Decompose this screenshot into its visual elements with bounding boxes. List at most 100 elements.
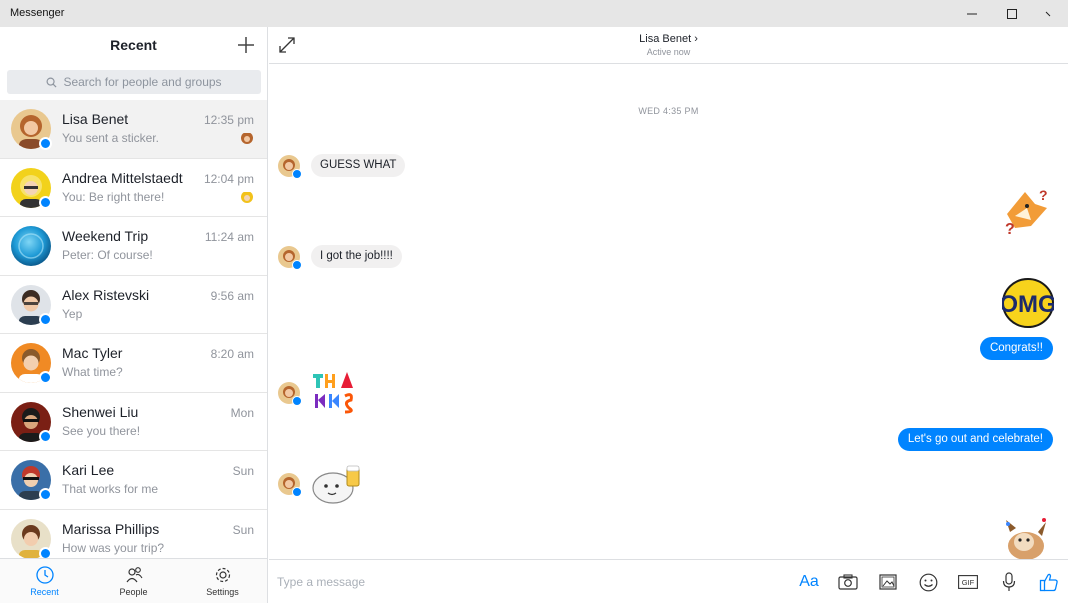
contact-name: Lisa Benet [639, 33, 692, 45]
conversation-item[interactable]: Andrea Mittelstaedt You: Be right there!… [0, 159, 267, 217]
search-input[interactable]: Search for people and groups [7, 70, 261, 94]
message-input[interactable] [277, 572, 757, 592]
message-bubble[interactable]: Let's go out and celebrate! [897, 428, 1053, 451]
conversation-time: Sun [232, 522, 254, 537]
search-placeholder: Search for people and groups [63, 75, 222, 89]
conversation-item[interactable]: Lisa Benet You sent a sticker. 12:35 pm [0, 100, 267, 159]
close-icon [1045, 11, 1051, 16]
conversation-item[interactable]: Kari Lee That works for me Sun [0, 451, 267, 510]
message-bubble[interactable]: I got the job!!!! [311, 245, 402, 268]
omg-sticker-text: OMG [1002, 291, 1054, 318]
conversation-preview: Yep [62, 306, 83, 321]
messenger-badge-icon [292, 487, 302, 497]
conversation-list: Lisa Benet You sent a sticker. 12:35 pm … [0, 100, 267, 558]
cheers-sticker[interactable] [311, 460, 363, 506]
nav-label: Recent [30, 587, 59, 597]
like-button[interactable] [1038, 571, 1060, 593]
conversation-preview: You sent a sticker. [62, 131, 159, 145]
nav-settings[interactable]: Settings [178, 559, 267, 603]
conversation-item[interactable]: Shenwei Liu See you there! Mon [0, 393, 267, 451]
seen-avatar-icon [241, 132, 253, 144]
bottom-navigation: Recent People Settings [0, 558, 267, 603]
conversation-preview: See you there! [62, 423, 141, 438]
conversation-time: Mon [230, 405, 254, 420]
conversation-sidebar: Recent Search for people and groups Lisa… [0, 27, 268, 603]
conversation-preview: How was your trip? [62, 540, 165, 555]
nav-recent[interactable]: Recent [0, 559, 89, 603]
svg-text:?: ? [1039, 187, 1048, 203]
sidebar-title: Recent [110, 37, 157, 53]
font-style-label: Aa [799, 573, 819, 590]
messenger-badge-icon [39, 488, 52, 501]
gif-icon: GIF [958, 575, 978, 589]
conversation-preview: That works for me [62, 482, 159, 496]
conversation-name: Marissa Phillips [62, 520, 160, 537]
nav-label: Settings [206, 587, 239, 597]
minimize-button[interactable] [950, 0, 994, 27]
conversation-time: 9:56 am [210, 288, 254, 303]
omg-sticker[interactable]: OMG [1002, 277, 1054, 329]
title-bar: Messenger [0, 0, 1068, 27]
svg-text:GIF: GIF [962, 578, 975, 587]
gif-button[interactable]: GIF [957, 571, 979, 593]
conversation-item[interactable]: Mac Tyler What time? 8:20 am [0, 334, 267, 393]
conversation-preview: Peter: Of course! [62, 248, 153, 262]
conversation-preview: What time? [62, 365, 123, 379]
image-icon [879, 574, 897, 590]
conversation-time: 12:35 pm [203, 113, 254, 127]
conversation-name: Shenwei Liu [62, 403, 139, 420]
messenger-badge-icon [292, 169, 302, 179]
maximize-icon [1007, 8, 1017, 19]
messenger-badge-icon [39, 546, 52, 558]
conversation-item[interactable]: Weekend Trip Peter: Of course! 11:24 am [0, 217, 267, 276]
messenger-badge-icon [39, 312, 52, 326]
conversation-name: Lisa Benet [62, 111, 129, 127]
minimize-icon [967, 13, 977, 14]
seen-avatar-icon [241, 191, 253, 203]
nav-people[interactable]: People [89, 559, 178, 603]
messenger-badge-icon [292, 260, 302, 270]
conversation-time: 12:04 pm [203, 171, 254, 186]
conversation-name: Andrea Mittelstaedt [62, 169, 183, 186]
conversation-preview: You: Be right there! [62, 189, 165, 204]
messenger-badge-icon [292, 396, 302, 406]
gear-icon [215, 567, 230, 583]
conversation-item[interactable]: Marissa Phillips How was your trip? Sun [0, 510, 267, 558]
nav-label: People [119, 587, 148, 597]
window-title: Messenger [10, 7, 65, 19]
search-icon [46, 77, 57, 88]
chat-panel: Lisa Benet › Active now WED 4:35 PM GUES… [269, 27, 1068, 603]
microphone-icon [1002, 572, 1016, 591]
camera-icon [838, 574, 858, 590]
conversation-name: Alex Ristevski [62, 286, 150, 303]
close-button[interactable] [1026, 0, 1068, 27]
messenger-badge-icon [39, 371, 52, 384]
message-bubble[interactable]: Congrats!! [979, 337, 1053, 360]
photo-button[interactable] [877, 571, 899, 593]
conversation-name: Weekend Trip [62, 228, 149, 244]
voice-button[interactable] [998, 571, 1020, 593]
conversation-time: 11:24 am [204, 230, 254, 244]
thanks-sticker[interactable] [311, 370, 359, 418]
messenger-badge-icon [39, 195, 52, 209]
messenger-badge-icon [39, 137, 52, 150]
contact-name-button[interactable]: Lisa Benet › [269, 33, 1068, 45]
conversation-item[interactable]: Alex Ristevski Yep 9:56 am [0, 276, 267, 334]
emoji-button[interactable] [917, 571, 939, 593]
chevron-right-icon: › [694, 33, 698, 45]
chat-header: Lisa Benet › Active now [269, 27, 1068, 64]
clock-icon [35, 566, 54, 584]
camera-button[interactable] [837, 571, 859, 593]
message-thread: WED 4:35 PM GUESS WHAT ? ? I got the job… [269, 64, 1068, 568]
new-message-button[interactable] [236, 35, 256, 55]
font-style-button[interactable]: Aa [798, 571, 820, 593]
avatar [11, 226, 51, 266]
message-bubble[interactable]: GUESS WHAT [311, 154, 406, 177]
thumbs-up-icon [1039, 573, 1058, 592]
sidebar-header: Recent [0, 27, 267, 63]
message-composer: Aa GIF [269, 559, 1068, 603]
emoji-icon [919, 573, 937, 591]
svg-text:?: ? [1005, 221, 1015, 238]
confused-fox-sticker[interactable]: ? ? [1001, 186, 1051, 238]
date-stamp: WED 4:35 PM [638, 106, 699, 116]
